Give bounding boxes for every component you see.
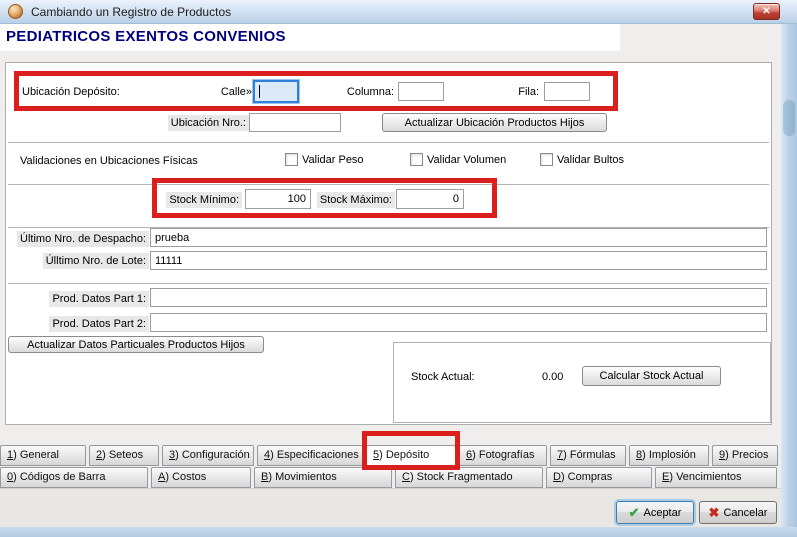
stock-actual-groupbox: Stock Actual: 0.00 Calcular Stock Actual [393, 342, 771, 423]
validaciones-label: Validaciones en Ubicaciones Físicas [20, 153, 198, 169]
window-title: Cambiando un Registro de Productos [31, 5, 231, 19]
tab-label: 0) Códigos de Barra [7, 471, 105, 483]
stock-actual-label: Stock Actual: [411, 369, 475, 385]
lote-input[interactable] [150, 251, 767, 270]
stock-minimo-label: Stock Mínimo: [166, 192, 242, 208]
fila-input[interactable] [544, 82, 590, 101]
tab-formulas[interactable]: 7) Fórmulas [550, 445, 626, 466]
aceptar-button[interactable]: ✔ Aceptar [616, 501, 694, 524]
app-icon [8, 4, 23, 19]
datos-part1-input[interactable] [150, 288, 767, 307]
deposito-panel: Ubicación Depósito: Calle» Columna: Fila… [5, 62, 772, 425]
tab-label: 7) Fórmulas [557, 449, 616, 461]
columna-input[interactable] [398, 82, 444, 101]
actualizar-datos-button[interactable]: Actualizar Datos Particuales Productos H… [8, 336, 264, 353]
separator [8, 283, 769, 285]
tab-precios[interactable]: 9) Precios [712, 445, 778, 466]
tab-deposito[interactable]: 5) Depósito [366, 445, 456, 466]
tab-movimientos[interactable]: B) Movimientos [254, 467, 392, 488]
stock-maximo-label: Stock Máximo: [317, 192, 395, 208]
tab-label: 9) Precios [719, 449, 769, 461]
datos-part2-label: Prod. Datos Part 2: [49, 316, 149, 332]
ubicacion-deposito-label: Ubicación Depósito: [22, 84, 120, 100]
stock-actual-value: 0.00 [542, 369, 563, 385]
validar-bultos-label: Validar Bultos [557, 152, 624, 168]
page-title: PEDIATRICOS EXENTOS CONVENIOS [6, 28, 286, 45]
ubicacion-nro-input[interactable] [249, 113, 341, 132]
tab-label: C) Stock Fragmentado [402, 471, 513, 483]
text-caret [259, 85, 260, 98]
close-icon: ✕ [762, 6, 770, 17]
tab-label: 2) Seteos [96, 449, 143, 461]
cancelar-button[interactable]: ✖ Cancelar [699, 501, 777, 524]
despacho-input[interactable] [150, 228, 767, 247]
columna-label: Columna: [347, 84, 394, 100]
calle-label: Calle» [221, 84, 252, 100]
validar-volumen-checkbox[interactable] [410, 153, 423, 166]
close-button[interactable]: ✕ [753, 3, 780, 20]
tab-row-1: 1) General 2) Seteos 3) Configuración 4)… [0, 445, 778, 466]
tab-costos[interactable]: A) Costos [151, 467, 251, 488]
tab-compras[interactable]: D) Compras [546, 467, 652, 488]
tab-label: D) Compras [553, 471, 612, 483]
tab-label: 4) Especificaciones [264, 449, 359, 461]
separator [8, 142, 769, 144]
datos-part1-label: Prod. Datos Part 1: [49, 291, 149, 307]
fila-label: Fila: [518, 84, 539, 100]
window-border-bottom [0, 527, 797, 537]
validar-peso-checkbox[interactable] [285, 153, 298, 166]
calle-input[interactable] [253, 80, 299, 103]
tab-general[interactable]: 1) General [0, 445, 86, 466]
titlebar: Cambiando un Registro de Productos ✕ [0, 0, 797, 24]
validar-peso-label: Validar Peso [302, 152, 364, 168]
calcular-stock-button[interactable]: Calcular Stock Actual [582, 366, 721, 386]
tab-label: 1) General [7, 449, 59, 461]
actualizar-ubicacion-button[interactable]: Actualizar Ubicación Productos Hijos [382, 113, 607, 132]
tab-codigos-de-barra[interactable]: 0) Códigos de Barra [0, 467, 148, 488]
lote-label: Úlltimo Nro. de Lote: [43, 253, 149, 269]
header: PEDIATRICOS EXENTOS CONVENIOS [0, 24, 620, 51]
cross-icon: ✖ [709, 505, 720, 521]
tab-stock-fragmentado[interactable]: C) Stock Fragmentado [395, 467, 543, 488]
aceptar-label: Aceptar [643, 507, 681, 519]
tab-label: E) Vencimientos [662, 471, 742, 483]
tab-seteos[interactable]: 2) Seteos [89, 445, 159, 466]
separator [8, 184, 769, 186]
stock-maximo-input[interactable] [396, 189, 464, 209]
validar-volumen-label: Validar Volumen [427, 152, 506, 168]
stock-minimo-input[interactable] [245, 189, 311, 209]
tab-row-2: 0) Códigos de Barra A) Costos B) Movimie… [0, 467, 777, 488]
tab-label: B) Movimientos [261, 471, 337, 483]
check-icon: ✔ [629, 505, 640, 521]
cancelar-label: Cancelar [723, 507, 767, 519]
tab-configuracion[interactable]: 3) Configuración [162, 445, 254, 466]
datos-part2-input[interactable] [150, 313, 767, 332]
ubicacion-nro-label: Ubicación Nro.: [168, 115, 249, 131]
tab-label: A) Costos [158, 471, 206, 483]
tab-label: 6) Fotografías [466, 449, 534, 461]
tab-label: 5) Depósito [373, 449, 429, 461]
window-border-accent [783, 100, 795, 136]
dialog-window: Cambiando un Registro de Productos ✕ PED… [0, 0, 797, 537]
tab-label: 8) Implosión [636, 449, 696, 461]
tab-fotografias[interactable]: 6) Fotografías [459, 445, 547, 466]
tab-implosion[interactable]: 8) Implosión [629, 445, 709, 466]
tab-vencimientos[interactable]: E) Vencimientos [655, 467, 777, 488]
tab-label: 3) Configuración [169, 449, 250, 461]
tab-especificaciones[interactable]: 4) Especificaciones [257, 445, 363, 466]
validar-bultos-checkbox[interactable] [540, 153, 553, 166]
despacho-label: Último Nro. de Despacho: [17, 231, 149, 247]
